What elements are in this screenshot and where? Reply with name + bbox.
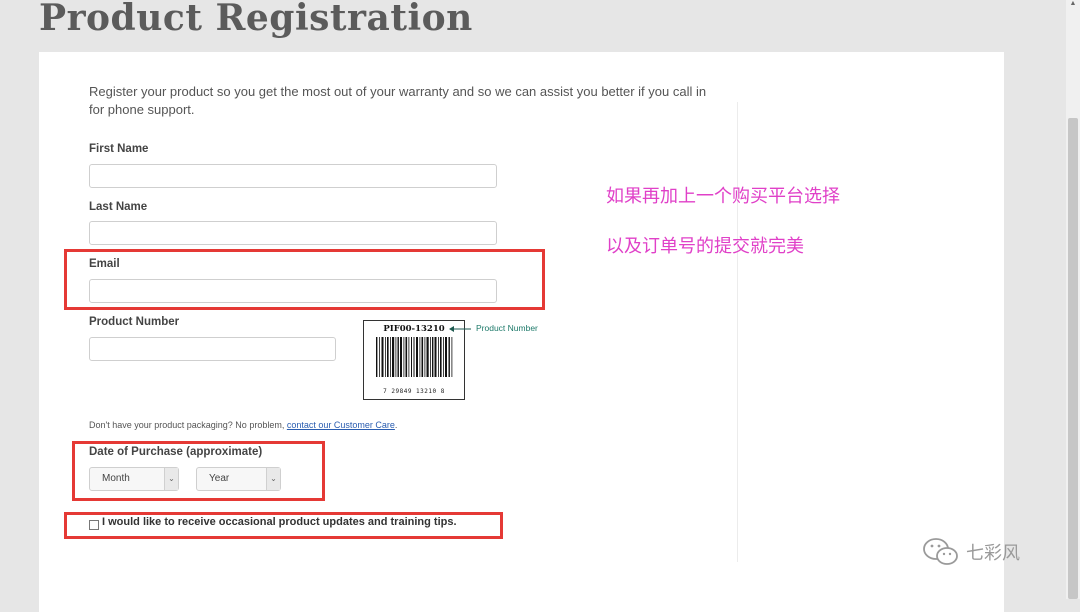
email-field[interactable] [89,279,497,303]
column-divider [737,102,738,562]
vertical-scrollbar[interactable]: ▲ [1066,0,1080,599]
help-text: Don't have your product packaging? No pr… [89,420,397,430]
updates-checkbox-label: I would like to receive occasional produ… [102,516,457,528]
first-name-label: First Name [89,143,149,155]
registration-card: Register your product so you get the mos… [39,52,1004,612]
month-select-value: Month [102,473,130,484]
last-name-label: Last Name [89,201,148,213]
annotation-note-line-2: 以及订单号的提交就完美 [606,236,804,257]
chevron-down-icon: ⌄ [266,468,280,490]
annotation-note-line-1: 如果再加上一个购买平台选择 [606,186,840,207]
product-number-callout: Product Number [476,323,538,333]
wechat-icon [923,538,958,565]
product-number-field[interactable] [89,337,336,361]
help-text-suffix: . [394,420,398,430]
date-of-purchase-label: Date of Purchase (approximate) [89,446,263,458]
customer-care-link[interactable]: contact our Customer Care [287,420,395,430]
intro-text: Register your product so you get the mos… [89,84,707,117]
year-select-value: Year [209,473,230,484]
last-name-field[interactable] [89,221,497,245]
month-select[interactable]: Month ⌄ [89,467,179,491]
arrow-left-icon [449,326,471,332]
help-text-prefix: Don't have your product packaging? No pr… [89,420,287,430]
chevron-down-icon: ⌄ [164,468,178,490]
barcode-digits: 7 29849 13210 8 [383,388,445,395]
page-title: Product Registration [39,0,473,39]
updates-checkbox[interactable] [89,520,99,530]
barcode-bars [376,337,453,377]
scroll-up-icon[interactable]: ▲ [1068,0,1078,8]
product-number-label: Product Number [89,316,180,328]
email-label: Email [89,258,120,270]
watermark-text: 七彩风 [966,543,1020,564]
scrollbar-thumb[interactable] [1068,118,1078,599]
watermark: 七彩风 [922,537,1020,567]
year-select[interactable]: Year ⌄ [196,467,281,491]
first-name-field[interactable] [89,164,497,188]
